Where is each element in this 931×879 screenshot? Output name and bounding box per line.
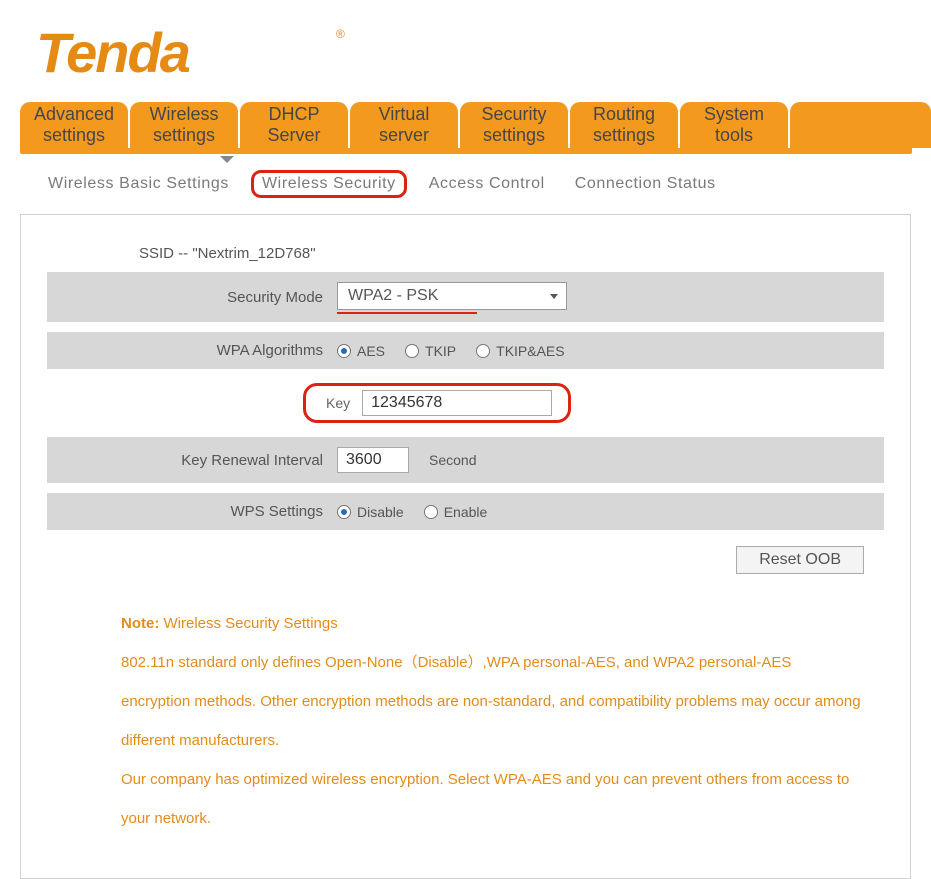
nav-label: Virtual server xyxy=(379,104,430,145)
key-renewal-input[interactable] xyxy=(337,447,409,473)
wps-disable[interactable]: Disable xyxy=(337,504,404,520)
subnav-access-control[interactable]: Access Control xyxy=(421,171,553,197)
brand-logo: Tenda ® xyxy=(0,0,931,102)
radio-icon xyxy=(405,344,419,358)
svg-text:Tenda: Tenda xyxy=(36,24,190,84)
option-label: AES xyxy=(357,343,385,359)
nav-tab-system[interactable]: System tools xyxy=(680,102,788,148)
wpa-alg-tkipaes[interactable]: TKIP&AES xyxy=(476,343,564,359)
wpa-alg-tkip[interactable]: TKIP xyxy=(405,343,456,359)
key-renewal-label: Key Renewal Interval xyxy=(47,452,337,469)
security-mode-value: WPA2 - PSK xyxy=(348,287,438,305)
active-tab-indicator-icon xyxy=(220,156,234,163)
security-mode-label: Security Mode xyxy=(47,289,337,306)
nav-tab-routing[interactable]: Routing settings xyxy=(570,102,678,148)
key-label: Key xyxy=(326,395,350,411)
row-key-renewal: Key Renewal Interval Second xyxy=(47,437,884,483)
row-wps: WPS Settings Disable Enable xyxy=(47,493,884,530)
wps-group: Disable Enable xyxy=(337,504,487,520)
security-mode-select[interactable]: WPA2 - PSK xyxy=(337,282,567,310)
row-security-mode: Security Mode WPA2 - PSK xyxy=(47,272,884,322)
nav-tab-virtual[interactable]: Virtual server xyxy=(350,102,458,148)
wpa-alg-aes[interactable]: AES xyxy=(337,343,385,359)
ssid-label: SSID -- "Nextrim_12D768" xyxy=(139,245,904,262)
nav-underline xyxy=(20,148,912,154)
highlight-underline xyxy=(337,312,477,314)
subnav-security[interactable]: Wireless Security xyxy=(251,170,407,198)
nav-tab-wireless[interactable]: Wireless settings xyxy=(130,102,238,148)
svg-text:®: ® xyxy=(336,27,345,41)
nav-tab-dhcp[interactable]: DHCP Server xyxy=(240,102,348,148)
note-block: Note: Wireless Security Settings 802.11n… xyxy=(121,604,864,838)
nav-label: Wireless settings xyxy=(149,104,218,145)
wps-label: WPS Settings xyxy=(47,503,337,520)
radio-icon xyxy=(424,505,438,519)
nav-filler xyxy=(790,102,931,148)
reset-oob-button[interactable]: Reset OOB xyxy=(736,546,864,574)
key-highlight: Key xyxy=(303,383,571,423)
main-nav: Advanced settings Wireless settings DHCP… xyxy=(20,102,931,148)
note-body-2: Our company has optimized wireless encry… xyxy=(121,771,849,827)
option-label: Enable xyxy=(444,504,488,520)
nav-label: Routing settings xyxy=(593,104,655,145)
row-wpa-algorithms: WPA Algorithms AES TKIP TKIP&AES xyxy=(47,332,884,369)
option-label: TKIP xyxy=(425,343,456,359)
note-title: Note: xyxy=(121,615,159,632)
option-label: TKIP&AES xyxy=(496,343,564,359)
sub-nav: Wireless Basic Settings Wireless Securit… xyxy=(40,170,931,198)
radio-icon xyxy=(476,344,490,358)
key-renewal-unit: Second xyxy=(429,452,476,468)
note-heading: Wireless Security Settings xyxy=(164,615,338,632)
radio-icon xyxy=(337,505,351,519)
wpa-alg-group: AES TKIP TKIP&AES xyxy=(337,343,565,359)
subnav-basic[interactable]: Wireless Basic Settings xyxy=(40,171,237,197)
chevron-down-icon xyxy=(550,294,558,299)
wpa-alg-label: WPA Algorithms xyxy=(47,342,337,359)
nav-label: Advanced settings xyxy=(34,104,114,145)
radio-icon xyxy=(337,344,351,358)
key-input[interactable] xyxy=(362,390,552,416)
wps-enable[interactable]: Enable xyxy=(424,504,488,520)
note-body-1: 802.11n standard only defines Open-None（… xyxy=(121,654,861,749)
nav-label: Security settings xyxy=(481,104,546,145)
row-key: Key xyxy=(47,379,884,427)
option-label: Disable xyxy=(357,504,404,520)
nav-label: System tools xyxy=(704,104,764,145)
nav-tab-security[interactable]: Security settings xyxy=(460,102,568,148)
nav-tab-advanced[interactable]: Advanced settings xyxy=(20,102,128,148)
subnav-connection-status[interactable]: Connection Status xyxy=(567,171,724,197)
content-panel: SSID -- "Nextrim_12D768" Security Mode W… xyxy=(20,214,911,879)
nav-label: DHCP Server xyxy=(267,104,320,145)
